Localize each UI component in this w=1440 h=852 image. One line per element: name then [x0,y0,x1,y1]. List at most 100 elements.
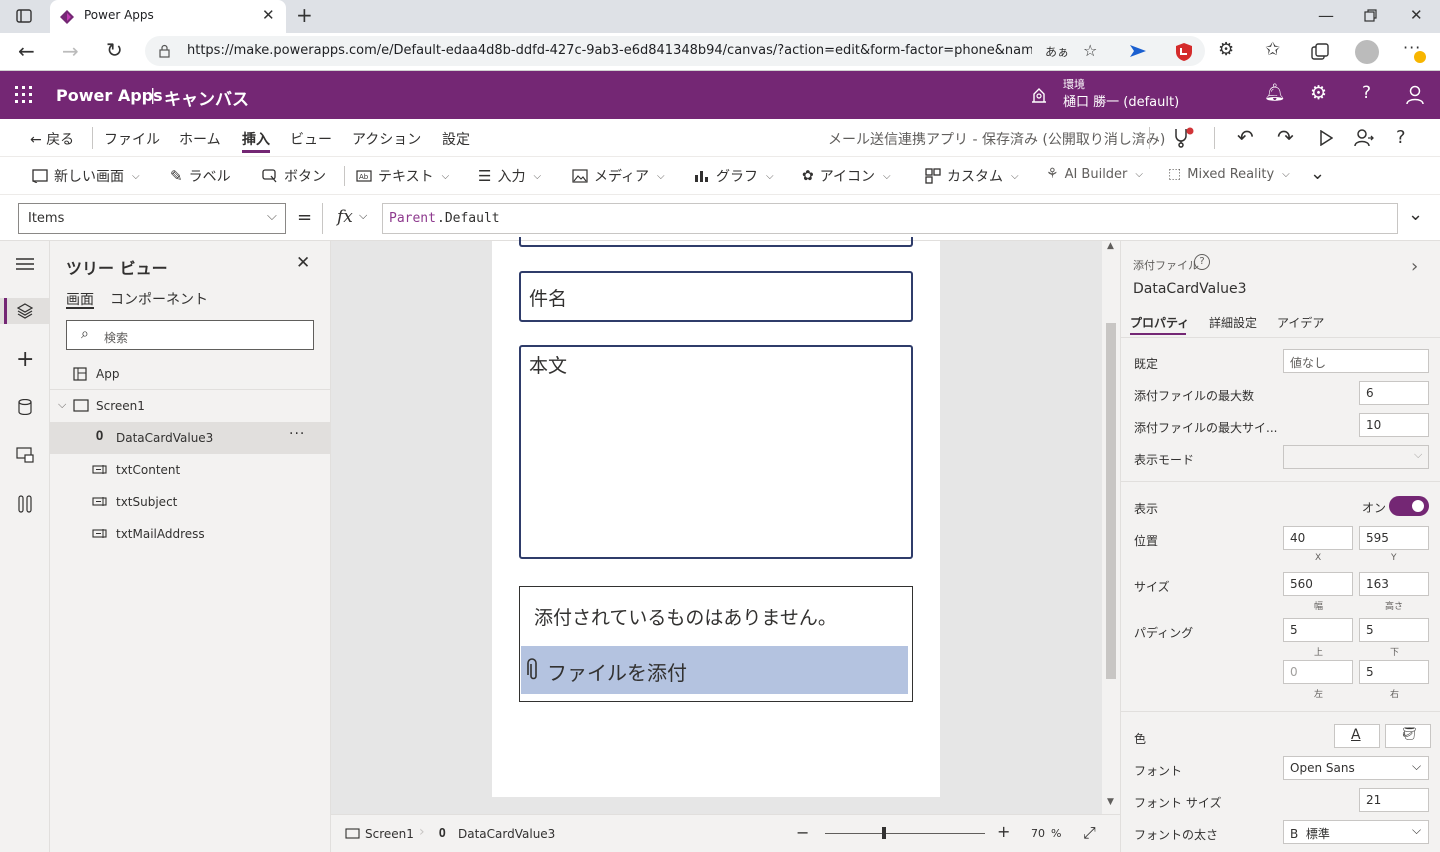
redo-icon[interactable]: ↷ [1277,125,1294,149]
font-size-input[interactable]: 21 [1359,788,1429,812]
ribbon-expand-chevron-icon[interactable]: ⌄ [1310,163,1325,184]
back-button[interactable]: ← 戻る [30,129,74,149]
profile-avatar[interactable] [1355,40,1379,64]
scroll-down-icon[interactable]: ▼ [1107,797,1114,807]
body-input[interactable]: 本文 [519,345,913,559]
zoom-in-button[interactable]: + [997,822,1010,841]
forward-icon[interactable]: → [62,39,79,63]
settings-gear-icon[interactable]: ⚙ [1310,82,1327,104]
refresh-icon[interactable]: ↻ [106,38,123,62]
font-weight-dropdown[interactable]: B 標準 ⌵ [1283,820,1429,844]
zoom-slider[interactable] [825,833,985,834]
insert-plus-icon[interactable]: + [16,347,34,372]
extensions-puzzle-icon[interactable]: ⚙ [1218,39,1234,60]
collections-icon[interactable] [1311,43,1329,61]
font-dropdown[interactable]: Open Sans ⌵ [1283,756,1429,780]
undo-icon[interactable]: ↶ [1237,125,1254,149]
advanced-tools-icon[interactable] [18,495,32,513]
mail-address-input-bottom[interactable] [519,237,913,247]
new-tab-icon[interactable]: + [296,3,313,27]
extension-shield-icon[interactable] [1175,42,1193,62]
text-menu[interactable]: Ab テキスト ⌵ [356,166,449,186]
url-field[interactable]: https://make.powerapps.com/e/Default-eda… [145,36,1205,66]
read-aloud-icon[interactable]: あぁ [1045,43,1069,60]
control-help-icon[interactable]: ? [1194,254,1210,270]
tab-properties[interactable]: プロパティ [1130,314,1189,331]
function-button[interactable]: fx ⌵ [322,203,382,234]
back-icon[interactable]: ← [18,39,35,63]
default-input[interactable]: 値なし [1283,349,1429,373]
custom-menu[interactable]: カスタム ⌵ [925,166,1019,186]
chart-menu[interactable]: グラフ ⌵ [694,166,774,186]
tree-item-screen1[interactable]: ⌵ Screen1 [50,390,330,422]
padding-right-input[interactable]: 5 [1359,660,1429,684]
menu-insert[interactable]: 挿入 [242,129,270,149]
play-preview-icon[interactable] [1319,130,1333,146]
subject-input[interactable]: 件名 [519,271,913,322]
more-options-icon[interactable]: ··· [289,426,305,442]
attach-file-button[interactable]: ファイルを添付 [521,646,908,694]
menu-file[interactable]: ファイル [104,129,160,149]
tree-item-txtmailaddress[interactable]: txtMailAddress [50,518,330,550]
data-cylinder-icon[interactable] [18,399,32,415]
tree-item-txtcontent[interactable]: txtContent [50,454,330,486]
zoom-slider-thumb[interactable] [882,827,886,839]
add-favorite-icon[interactable]: ☆ [1083,41,1097,60]
menu-action[interactable]: アクション [352,129,421,149]
tab-ideas[interactable]: アイデア [1277,314,1324,331]
collapse-chevron-icon[interactable]: ⌵ [58,398,66,412]
max-attachments-input[interactable]: 6 [1359,381,1429,405]
tab-components[interactable]: コンポーネント [110,289,208,309]
position-y-input[interactable]: 595 [1359,526,1429,550]
attachments-control[interactable]: 添付されているものはありません。 ファイルを添付 [519,586,913,702]
menu-view[interactable]: ビュー [290,129,332,149]
padding-top-input[interactable]: 5 [1283,618,1353,642]
width-input[interactable]: 560 [1283,572,1353,596]
padding-left-input[interactable]: 0 [1283,660,1353,684]
extension-arrow-icon[interactable] [1128,43,1148,59]
browser-tab[interactable]: Power Apps ✕ [50,0,286,33]
app-launcher-icon[interactable] [15,86,33,104]
zoom-out-button[interactable]: − [796,823,809,842]
property-dropdown[interactable]: Items ⌵ [18,203,286,234]
mixed-reality-menu[interactable]: ⬚ Mixed Reality ⌵ [1168,166,1290,182]
minimize-icon[interactable]: — [1318,6,1334,25]
control-name[interactable]: DataCardValue3 [1133,281,1247,297]
position-x-input[interactable]: 40 [1283,526,1353,550]
scroll-up-icon[interactable]: ▲ [1107,241,1114,251]
formula-expand-icon[interactable]: ⌄ [1408,204,1423,225]
input-menu[interactable]: ☰ 入力 ⌵ [478,166,541,186]
tab-screens[interactable]: 画面 [66,289,94,309]
tree-view-rail-button[interactable] [0,298,50,324]
ai-builder-menu[interactable]: ⚘ AI Builder ⌵ [1046,166,1143,182]
app-checker-icon[interactable] [1171,127,1195,149]
tree-search-input[interactable]: ⌕ 検索 [66,320,314,350]
display-mode-dropdown[interactable]: ⌵ [1283,445,1429,469]
collapse-pane-icon[interactable]: › [1411,256,1418,277]
notifications-icon[interactable]: 🔔︎ [1264,83,1286,103]
fill-color-button[interactable]: 🪣︎ [1385,724,1431,748]
close-pane-icon[interactable]: ✕ [296,253,310,273]
restore-icon[interactable] [1364,9,1377,22]
menu-home[interactable]: ホーム [179,129,221,149]
command-help-icon[interactable]: ? [1396,127,1406,148]
height-input[interactable]: 163 [1359,572,1429,596]
canvas-scrollbar[interactable]: ▲ ▼ [1102,241,1120,814]
product-name[interactable]: Power Apps [56,86,163,105]
tab-actions-icon[interactable] [16,9,32,23]
share-icon[interactable] [1354,129,1374,147]
close-window-icon[interactable]: ✕ [1410,6,1423,24]
max-size-input[interactable]: 10 [1359,413,1429,437]
label-button[interactable]: ✎ ラベル [170,166,231,186]
media-rail-icon[interactable] [16,447,34,463]
favorites-icon[interactable]: ✩ [1265,39,1280,60]
tree-item-app[interactable]: App [50,358,330,390]
fit-to-window-icon[interactable]: ⤢ [1083,823,1096,843]
visible-toggle[interactable] [1389,496,1429,516]
menu-settings[interactable]: 設定 [442,129,470,149]
user-account-icon[interactable] [1406,85,1424,105]
phone-screen[interactable]: 件名 本文 添付されているものはありません。 ファイルを添付 [492,237,940,797]
help-icon[interactable]: ? [1362,83,1371,103]
formula-input[interactable]: Parent .Default [382,203,1398,234]
icon-menu[interactable]: ✿ アイコン ⌵ [802,166,891,186]
